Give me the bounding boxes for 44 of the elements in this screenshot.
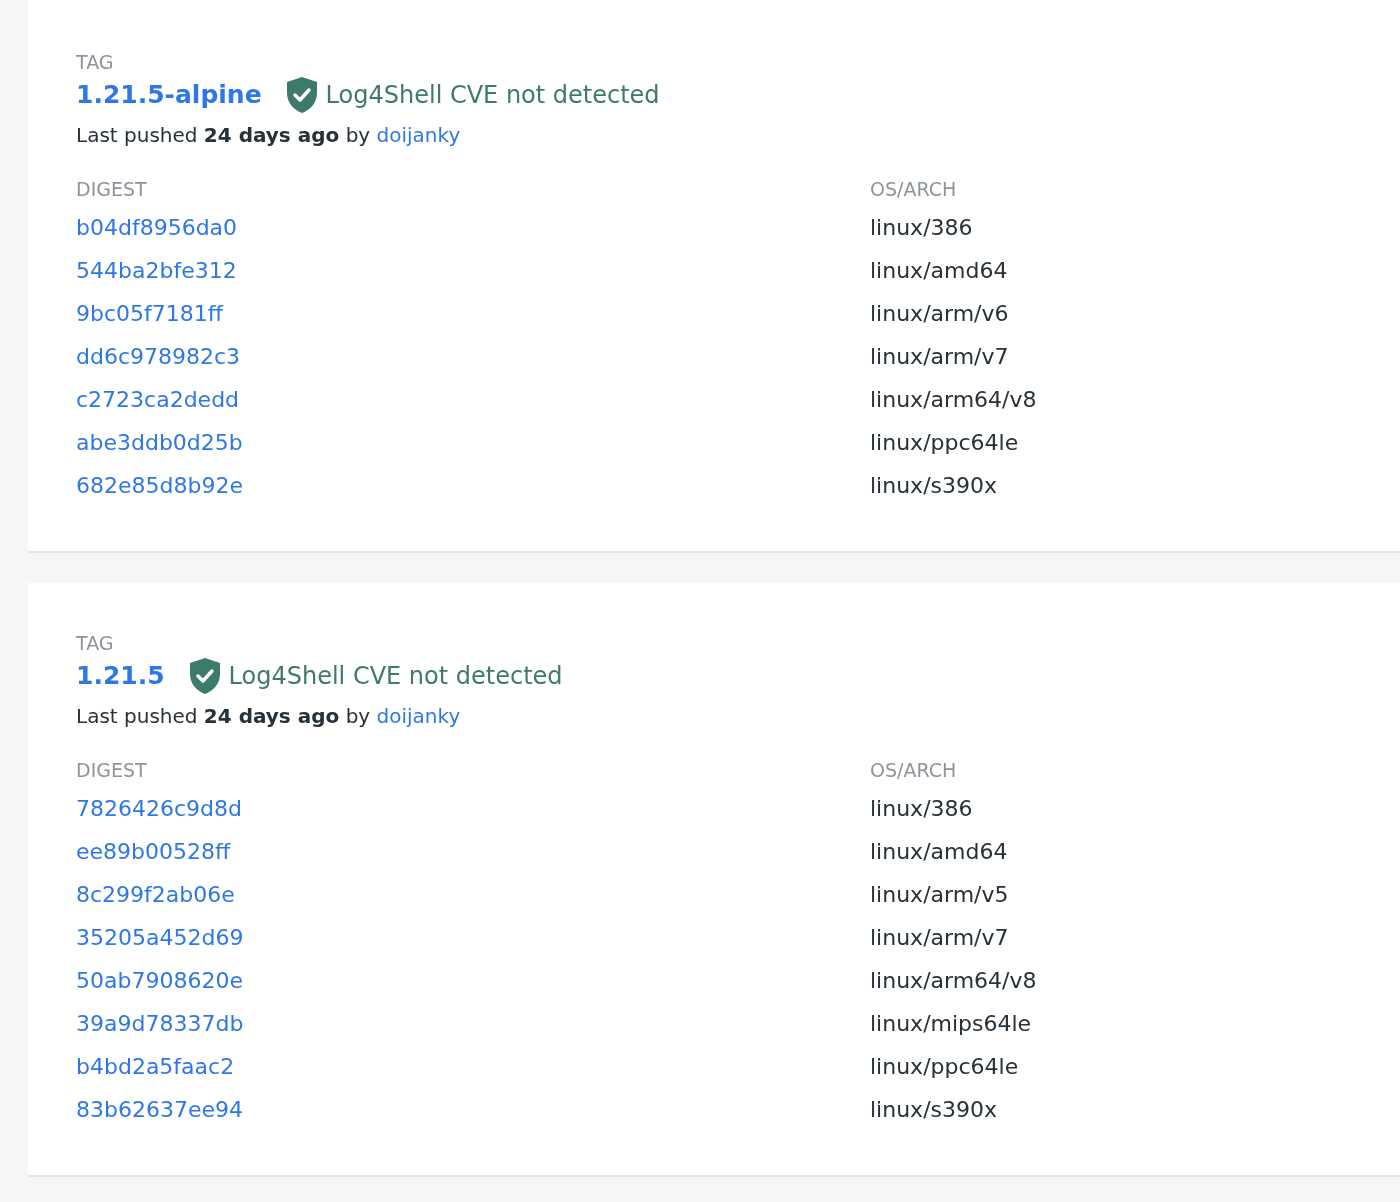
- digest-link[interactable]: 39a9d78337db: [76, 1002, 244, 1045]
- section-label: TAG: [76, 50, 115, 75]
- digest-link[interactable]: 8c299f2ab06e: [76, 873, 235, 916]
- os-arch-text: linux/arm64/v8: [870, 386, 1037, 414]
- push-info: Last pushed 24 days ago by doijanky: [76, 122, 462, 149]
- digest-link[interactable]: dd6c978982c3: [76, 335, 241, 378]
- digest-link[interactable]: abe3ddb0d25b: [76, 421, 243, 464]
- scan-status: Log4Shell CVE not detected: [228, 661, 563, 692]
- digest-link[interactable]: 50ab7908620e: [76, 959, 243, 1002]
- user-link[interactable]: doijanky: [376, 123, 461, 147]
- push-info: Last pushed 24 days ago by doijanky: [76, 703, 462, 730]
- os-arch-text: linux/arm64/v8: [870, 967, 1037, 995]
- digest-link[interactable]: c2723ca2dedd: [76, 378, 240, 421]
- digest-link[interactable]: 35205a452d69: [76, 916, 244, 959]
- os-arch-text: linux/arm/v5: [870, 881, 1009, 909]
- os-arch-text: linux/ppc64le: [870, 429, 1019, 457]
- column-header: DIGEST: [76, 758, 148, 783]
- os-arch-text: linux/s390x: [870, 472, 997, 500]
- os-arch-text: linux/amd64: [870, 257, 1008, 285]
- digest-link[interactable]: b04df8956da0: [76, 206, 238, 249]
- os-arch-text: linux/mips64le: [870, 1010, 1032, 1038]
- column-header: OS/ARCH: [870, 758, 958, 783]
- scan-status: Log4Shell CVE not detected: [325, 80, 660, 111]
- os-arch-text: linux/arm/v7: [870, 343, 1009, 371]
- digest-link[interactable]: 544ba2bfe312: [76, 249, 237, 292]
- os-arch-text: linux/ppc64le: [870, 1053, 1019, 1081]
- digest-link[interactable]: 7826426c9d8d: [76, 787, 242, 830]
- digest-link[interactable]: 9bc05f7181ff: [76, 292, 223, 335]
- os-arch-text: linux/arm/v6: [870, 300, 1009, 328]
- os-arch-text: linux/386: [870, 795, 973, 823]
- tag-link[interactable]: 1.21.5: [76, 659, 165, 693]
- column-header: OS/ARCH: [870, 177, 958, 202]
- digest-link[interactable]: 83b62637ee94: [76, 1088, 243, 1131]
- os-arch-text: linux/arm/v7: [870, 924, 1009, 952]
- digest-link[interactable]: ee89b00528ff: [76, 830, 231, 873]
- user-link[interactable]: doijanky: [376, 704, 461, 728]
- digest-link[interactable]: 682e85d8b92e: [76, 464, 243, 507]
- section-label: TAG: [76, 631, 115, 656]
- tag-link[interactable]: 1.21.5-alpine: [76, 78, 262, 112]
- os-arch-text: linux/s390x: [870, 1096, 997, 1124]
- digest-link[interactable]: b4bd2a5faac2: [76, 1045, 235, 1088]
- column-header: DIGEST: [76, 177, 148, 202]
- os-arch-text: linux/amd64: [870, 838, 1008, 866]
- os-arch-text: linux/386: [870, 214, 973, 242]
